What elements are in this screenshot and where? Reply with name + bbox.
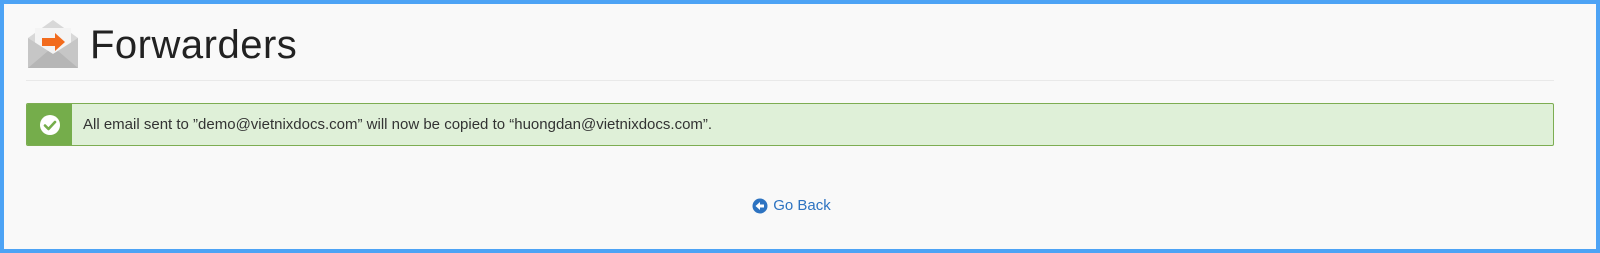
alert-message: All email sent to ”demo@vietnixdocs.com”… xyxy=(83,116,713,133)
window-frame: Forwarders All email sent to ”demo@vietn… xyxy=(0,0,1600,253)
page-title: Forwarders xyxy=(90,23,298,67)
header-divider xyxy=(26,80,1554,81)
email-forward-icon xyxy=(28,20,78,68)
go-back-link[interactable]: Go Back xyxy=(752,197,831,214)
go-back-label: Go Back xyxy=(773,197,831,214)
alert-icon-container xyxy=(27,104,72,145)
check-circle-icon xyxy=(39,114,60,135)
go-back-row: Go Back xyxy=(4,197,1600,214)
success-alert: All email sent to ”demo@vietnixdocs.com”… xyxy=(26,103,1554,146)
arrow-left-circle-icon xyxy=(752,198,768,213)
page-header: Forwarders xyxy=(26,18,297,72)
